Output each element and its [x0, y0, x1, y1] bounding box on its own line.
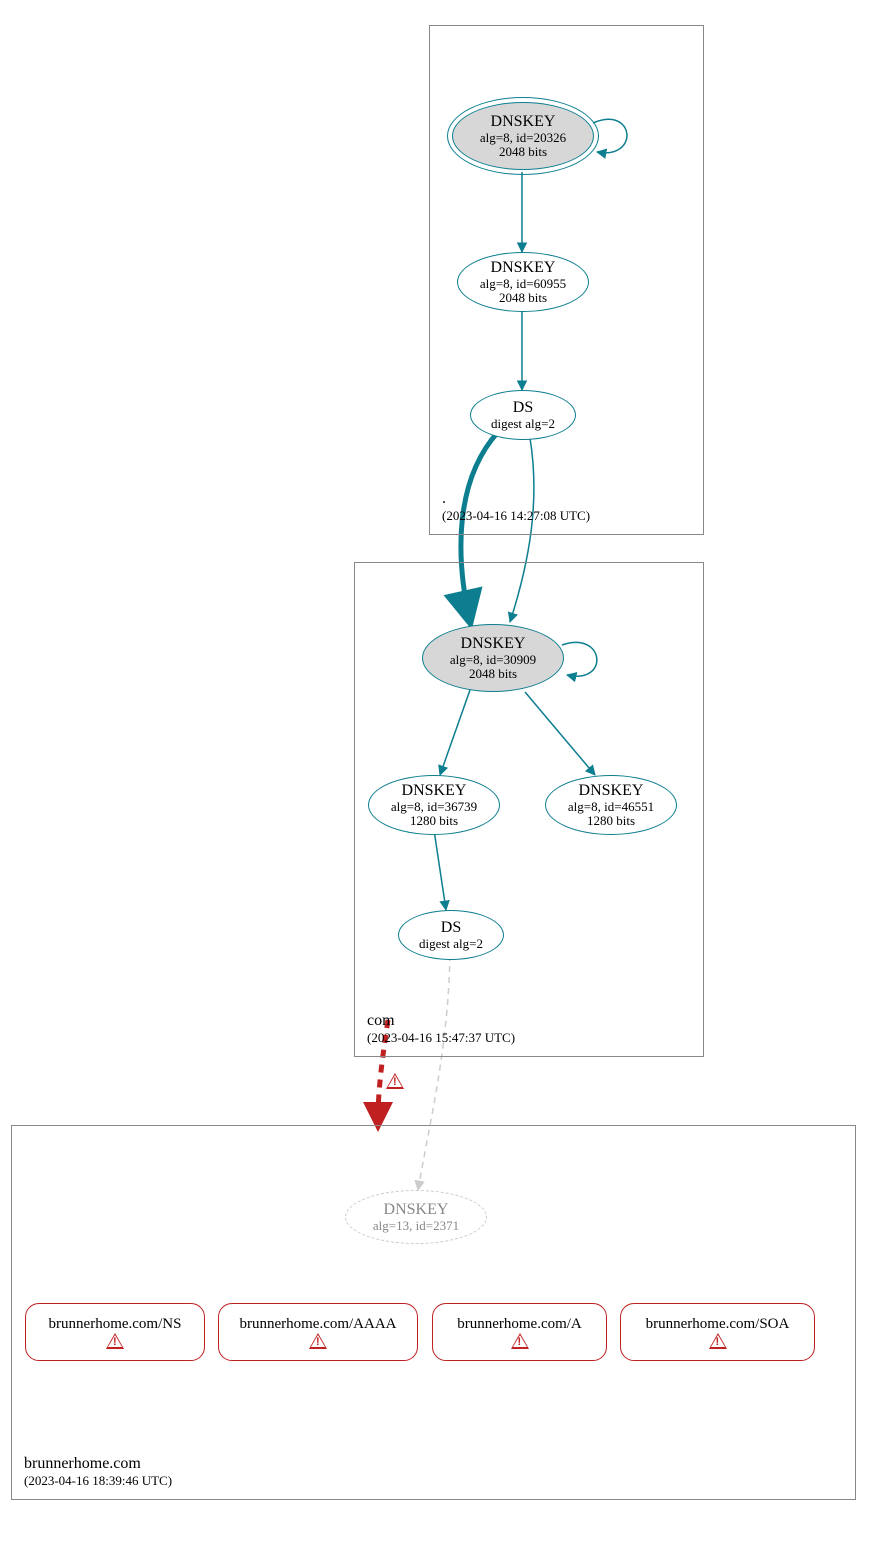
- node-root-zsk: DNSKEY alg=8, id=60955 2048 bits: [457, 252, 589, 312]
- node-root-ds: DS digest alg=2: [470, 390, 576, 440]
- zone-com-name: com: [367, 1011, 515, 1030]
- node-com-ds: DS digest alg=2: [398, 910, 504, 960]
- node-com-zsk2: DNSKEY alg=8, id=46551 1280 bits: [545, 775, 677, 835]
- rrset-ns: brunnerhome.com/NS !: [25, 1303, 205, 1361]
- node-root-ksk: DNSKEY alg=8, id=20326 2048 bits: [452, 102, 594, 170]
- zone-root-timestamp: (2023-04-16 14:27:08 UTC): [442, 508, 590, 524]
- warning-icon: !: [309, 1333, 327, 1349]
- warning-icon: !: [709, 1333, 727, 1349]
- warning-icon: !: [106, 1333, 124, 1349]
- warning-icon: !: [386, 1073, 404, 1094]
- node-com-ksk: DNSKEY alg=8, id=30909 2048 bits: [422, 624, 564, 692]
- zone-domain-timestamp: (2023-04-16 18:39:46 UTC): [24, 1473, 172, 1489]
- rrset-soa: brunnerhome.com/SOA !: [620, 1303, 815, 1361]
- zone-com-timestamp: (2023-04-16 15:47:37 UTC): [367, 1030, 515, 1046]
- warning-icon: !: [511, 1333, 529, 1349]
- node-domain-dnskey: DNSKEY alg=13, id=2371: [345, 1190, 487, 1244]
- zone-domain-name: brunnerhome.com: [24, 1454, 172, 1473]
- rrset-a: brunnerhome.com/A !: [432, 1303, 607, 1361]
- zone-root-name: .: [442, 489, 590, 508]
- rrset-aaaa: brunnerhome.com/AAAA !: [218, 1303, 418, 1361]
- node-com-zsk1: DNSKEY alg=8, id=36739 1280 bits: [368, 775, 500, 835]
